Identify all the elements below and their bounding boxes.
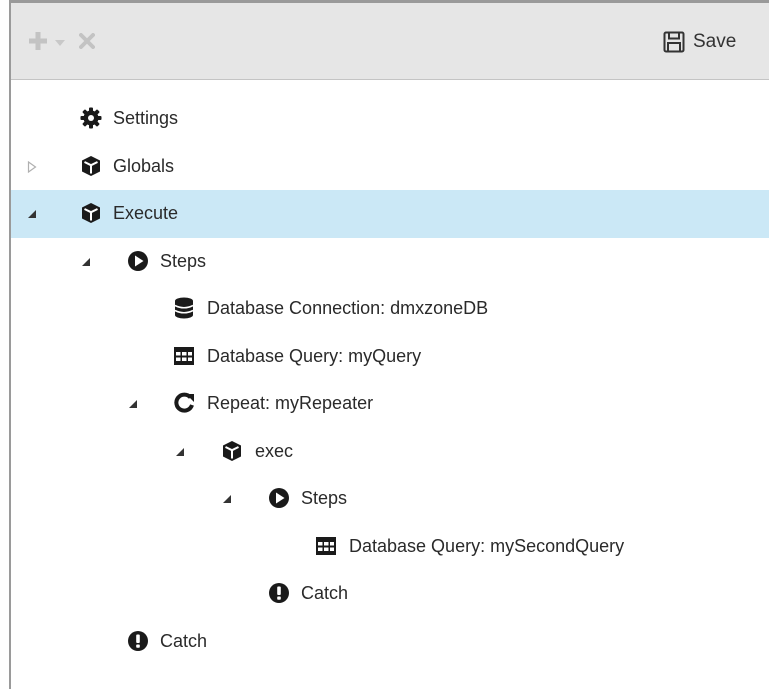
tree-node-label: Steps (160, 250, 207, 271)
tree-node-label: Settings (113, 108, 179, 128)
tree-node-exec[interactable]: exec (11, 428, 769, 476)
add-button[interactable] (27, 27, 49, 55)
close-icon (79, 33, 95, 49)
tree-node-settings[interactable]: Settings (11, 95, 769, 143)
tree-node-steps[interactable]: Steps (11, 238, 769, 286)
toolbar: Save (11, 3, 769, 80)
exclamation-circle-icon (127, 630, 149, 652)
tree-node-label: Catch (301, 583, 349, 603)
play-circle-icon (127, 250, 149, 272)
cube-icon (80, 202, 102, 224)
delete-button[interactable] (77, 27, 97, 55)
cube-icon (221, 440, 243, 462)
cube-icon (80, 155, 102, 177)
collapse-triangle-icon[interactable] (173, 445, 187, 459)
tree-node-label: Steps (301, 488, 348, 508)
table-icon (173, 345, 195, 367)
tree-node-label: Database Query: mySecondQuery (349, 535, 625, 556)
exclamation-circle-icon (268, 582, 290, 604)
tree-node-label: exec (255, 440, 294, 461)
tree-node-label: Catch (160, 630, 208, 651)
tree-view: Settings Globals Execute Steps Database … (11, 95, 769, 665)
table-icon (315, 535, 337, 557)
save-button[interactable]: Save (663, 27, 736, 57)
gear-icon (80, 107, 102, 129)
expand-triangle-icon[interactable] (25, 160, 39, 174)
collapse-triangle-icon[interactable] (126, 397, 140, 411)
save-label: Save (693, 31, 737, 52)
tree-node-label: Repeat: myRepeater (207, 393, 374, 413)
tree-node-inner-catch[interactable]: Catch (11, 570, 769, 618)
tree-node-label: Execute (113, 203, 179, 223)
caret-down-icon (55, 39, 65, 47)
tree-node-inner-steps[interactable]: Steps (11, 475, 769, 523)
tree-node-db-query[interactable]: Database Query: myQuery (11, 333, 769, 381)
play-circle-icon (268, 487, 290, 509)
tree-node-label: Database Connection: dmxzoneDB (207, 298, 489, 318)
add-dropdown-button[interactable] (53, 29, 67, 57)
tree-node-db-query-2[interactable]: Database Query: mySecondQuery (11, 523, 769, 571)
collapse-triangle-icon[interactable] (79, 255, 93, 269)
tree-node-catch[interactable]: Catch (11, 618, 769, 666)
tree-node-label: Globals (113, 155, 175, 176)
repeat-icon (173, 392, 195, 414)
tree-node-label: Database Query: myQuery (207, 345, 422, 366)
database-icon (173, 297, 195, 319)
tree-node-execute[interactable]: Execute (11, 190, 769, 238)
collapse-triangle-icon[interactable] (220, 492, 234, 506)
floppy-disk-icon (663, 31, 685, 53)
plus-icon (29, 32, 47, 50)
tree-node-db-connection[interactable]: Database Connection: dmxzoneDB (11, 285, 769, 333)
tree-node-repeat[interactable]: Repeat: myRepeater (11, 380, 769, 428)
action-tree-panel: Save Settings Globals Execute Steps Data… (9, 0, 769, 689)
collapse-triangle-icon[interactable] (25, 207, 39, 221)
tree-node-globals[interactable]: Globals (11, 143, 769, 191)
